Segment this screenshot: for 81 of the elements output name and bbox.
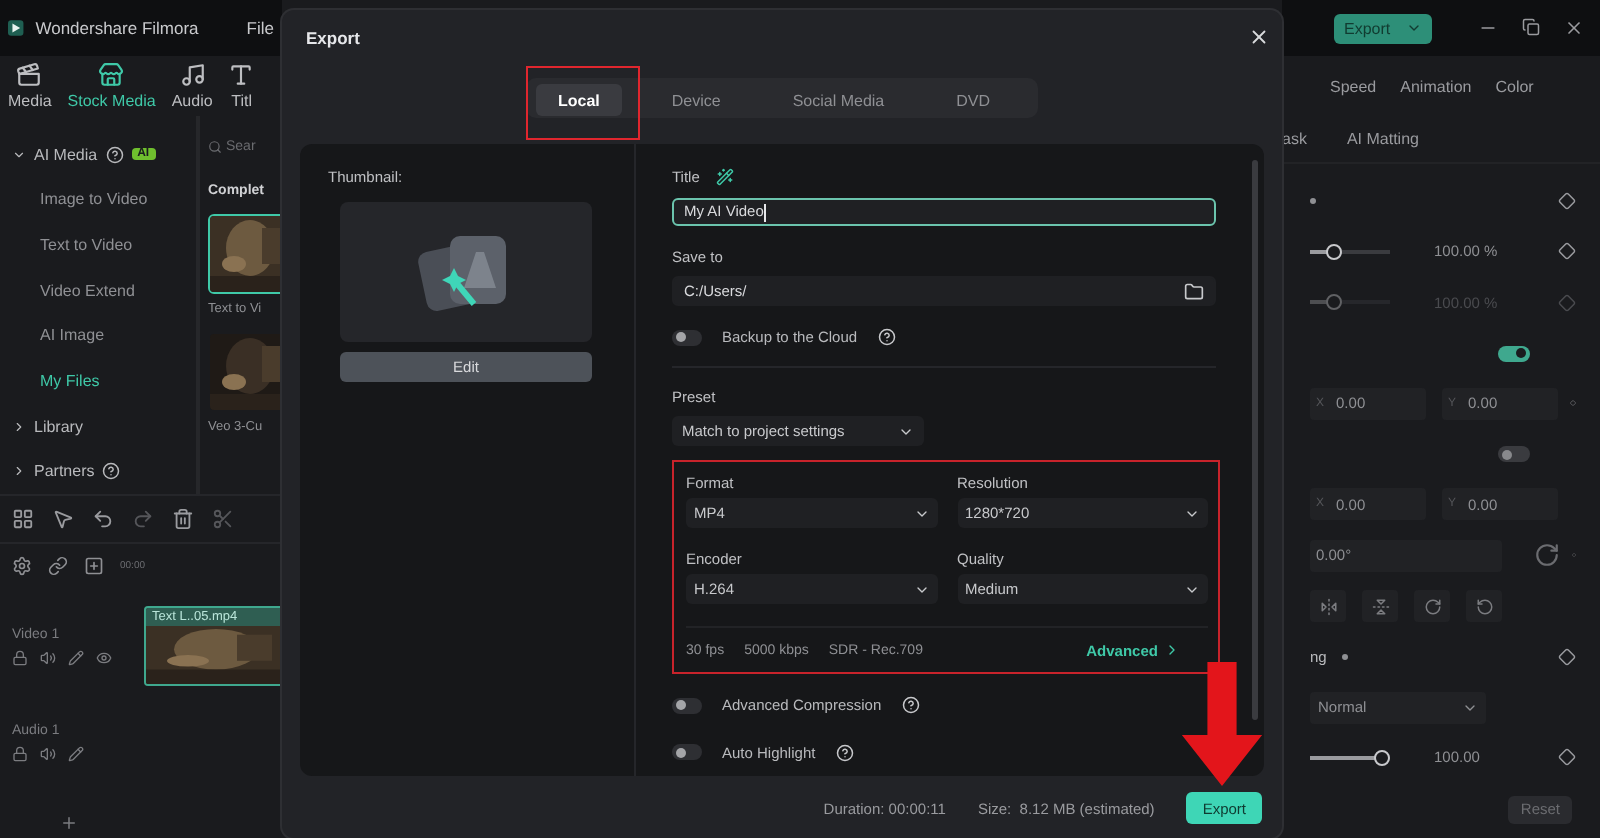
inspector-tab[interactable]: Speed — [1330, 77, 1377, 95]
toggle-switch[interactable] — [672, 329, 702, 346]
caret-icon[interactable] — [12, 419, 26, 434]
lock-icon[interactable] — [12, 745, 28, 761]
search-icon[interactable] — [208, 139, 222, 153]
music-icon[interactable] — [179, 62, 206, 88]
transform-button[interactable] — [1414, 590, 1450, 623]
grid-icon[interactable] — [12, 508, 34, 530]
media-tab[interactable]: Media — [8, 56, 52, 116]
export-tab[interactable]: Device — [649, 84, 743, 117]
speaker-icon[interactable] — [40, 649, 56, 665]
trash-icon[interactable] — [172, 508, 194, 530]
lock-icon[interactable] — [12, 649, 28, 665]
media-tab[interactable]: Audio — [171, 56, 213, 116]
keyframe-icon[interactable] — [1558, 748, 1576, 767]
inspector-tab[interactable]: Animation — [1400, 77, 1472, 95]
transform-button[interactable] — [1362, 590, 1398, 623]
help-icon[interactable] — [901, 696, 920, 715]
inspector-subtab[interactable]: AI Matting — [1346, 130, 1419, 148]
caret-icon[interactable] — [12, 464, 26, 479]
collapse-icon[interactable] — [1342, 653, 1349, 660]
eye-icon[interactable] — [96, 649, 112, 665]
help-icon[interactable] — [105, 145, 124, 164]
sidebar-item[interactable]: Image to Video — [12, 177, 196, 223]
rotate-right-icon[interactable] — [1423, 597, 1441, 616]
app-title: Wondershare Filmora — [35, 18, 199, 38]
keyframe-icon[interactable] — [1558, 647, 1576, 666]
help-icon[interactable] — [835, 743, 854, 762]
chevron-icon[interactable] — [1164, 642, 1180, 659]
transform-button[interactable] — [1466, 590, 1502, 623]
slider[interactable] — [1310, 249, 1390, 254]
sidebar-group[interactable]: Partners — [12, 448, 196, 494]
keyframe-icon[interactable] — [1558, 242, 1576, 261]
flip-horizontal-icon[interactable] — [1319, 597, 1337, 616]
inspector-tab[interactable]: Color — [1495, 77, 1534, 95]
speaker-icon[interactable] — [40, 745, 56, 761]
add-track-icon[interactable] — [84, 556, 104, 576]
slider-thumb[interactable] — [1374, 749, 1390, 766]
restore-icon[interactable] — [1522, 18, 1540, 36]
slider[interactable] — [1310, 755, 1390, 760]
export-tab[interactable]: Social Media — [770, 84, 907, 117]
media-icon[interactable] — [16, 62, 43, 88]
caret-icon[interactable] — [12, 147, 26, 162]
sidebar-group[interactable]: Library — [12, 403, 196, 449]
help-icon[interactable] — [877, 328, 896, 347]
pencil-icon[interactable] — [68, 649, 84, 665]
folder-icon[interactable] — [1184, 281, 1204, 302]
keyframe-icon[interactable] — [1558, 192, 1576, 211]
sidebar-item[interactable]: My Files — [12, 358, 196, 404]
slider-thumb[interactable] — [1326, 243, 1342, 260]
transform-button[interactable] — [1310, 590, 1346, 623]
help-icon[interactable] — [102, 462, 121, 481]
toggle-switch[interactable] — [672, 697, 702, 714]
dial-icon[interactable] — [1534, 542, 1560, 569]
app-logo — [8, 14, 24, 42]
pointer-icon[interactable] — [52, 508, 74, 530]
sidebar-item[interactable]: AI Image — [12, 313, 196, 359]
close-icon[interactable] — [1248, 26, 1270, 48]
toggle-switch[interactable] — [1498, 446, 1530, 463]
store-icon[interactable] — [98, 62, 125, 88]
scrollbar[interactable] — [1252, 160, 1258, 720]
close-icon[interactable] — [1564, 18, 1584, 38]
rotate-left-icon[interactable] — [1475, 597, 1493, 616]
flip-vertical-icon[interactable] — [1371, 597, 1389, 616]
sidebar-item[interactable]: Video Extend — [12, 267, 196, 313]
export-tab[interactable]: DVD — [934, 84, 1013, 117]
gear-icon[interactable] — [12, 556, 32, 576]
sidebar-item[interactable]: Text to Video — [12, 222, 196, 268]
media-tab[interactable]: Titl — [228, 56, 255, 116]
toggle-switch[interactable] — [672, 744, 702, 761]
media-tab[interactable]: Stock Media — [67, 56, 156, 116]
collapse-icon[interactable] — [1310, 198, 1316, 205]
export-tab[interactable]: Local — [535, 84, 622, 117]
undo-icon[interactable] — [92, 508, 114, 530]
text-icon[interactable] — [228, 62, 255, 88]
pencil-icon[interactable] — [68, 745, 84, 761]
dialog-title: Export — [306, 27, 360, 47]
toggle-switch[interactable] — [1498, 345, 1530, 362]
menu-item[interactable]: File — [246, 18, 274, 38]
add-icon[interactable] — [60, 813, 78, 831]
link-icon[interactable] — [48, 556, 68, 576]
